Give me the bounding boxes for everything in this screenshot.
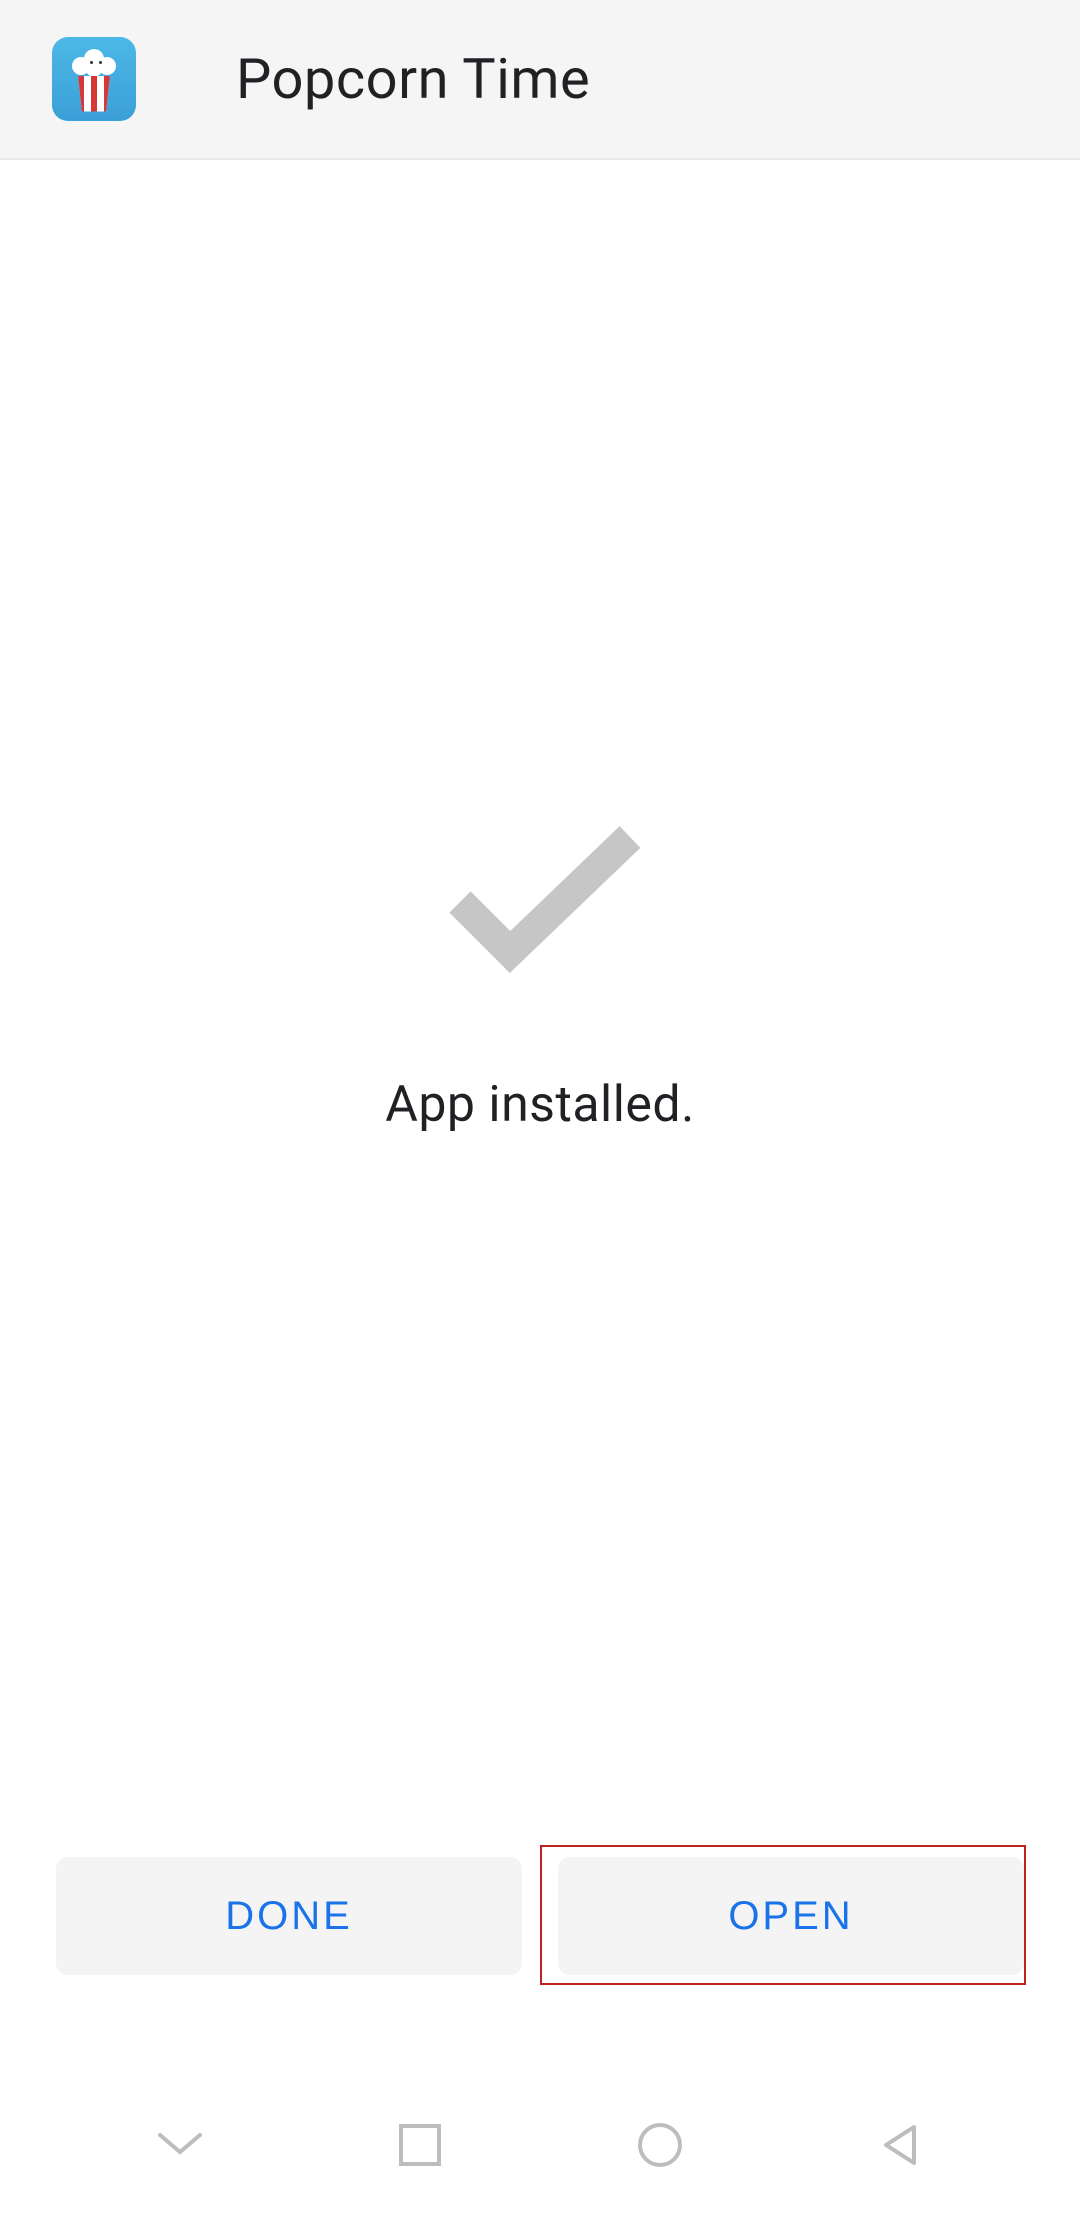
action-button-row: DONE OPEN [56, 1857, 1024, 1975]
home-button[interactable] [610, 2105, 710, 2185]
square-icon [398, 2123, 442, 2167]
chevron-down-icon [155, 2130, 205, 2160]
keyboard-collapse-button[interactable] [130, 2105, 230, 2185]
popcorn-time-app-icon [52, 37, 136, 121]
app-title: Popcorn Time [236, 46, 590, 112]
back-button[interactable] [850, 2105, 950, 2185]
done-button[interactable]: DONE [56, 1857, 522, 1975]
circle-icon [636, 2121, 684, 2169]
recent-apps-button[interactable] [370, 2105, 470, 2185]
checkmark-icon [430, 812, 650, 986]
status-message: App installed. [385, 1076, 695, 1134]
triangle-back-icon [878, 2123, 922, 2167]
system-navigation-bar [0, 2055, 1080, 2235]
install-status-area: App installed. [0, 160, 1080, 1985]
open-button[interactable]: OPEN [558, 1857, 1024, 1975]
installer-header: Popcorn Time [0, 0, 1080, 160]
